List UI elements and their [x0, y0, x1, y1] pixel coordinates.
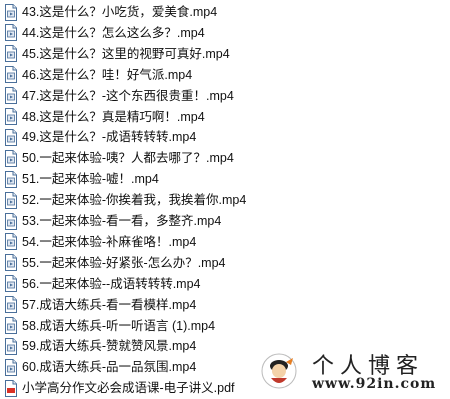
pdf-file-icon: [4, 379, 18, 397]
file-item[interactable]: 46.这是什么？哇！好气派.mp4: [4, 65, 192, 85]
file-name: 47.这是什么？-这个东西很贵重！.mp4: [22, 88, 234, 103]
video-file-icon: [4, 87, 18, 105]
video-file-icon: [4, 275, 18, 293]
file-item[interactable]: 45.这是什么？这里的视野可真好.mp4: [4, 44, 230, 64]
file-item[interactable]: 50.一起来体验-咦？人都去哪了？.mp4: [4, 148, 234, 168]
watermark: 个人博客 www.92in.com: [260, 348, 448, 398]
file-item[interactable]: 56.一起来体验--成语转转转.mp4: [4, 274, 201, 294]
watermark-url: www.92in.com: [312, 376, 437, 392]
file-name: 小学高分作文必会成语课-电子讲义.pdf: [22, 381, 235, 396]
video-file-icon: [4, 254, 18, 272]
video-file-icon: [4, 45, 18, 63]
file-item[interactable]: 44.这是什么？怎么这么多？.mp4: [4, 23, 205, 43]
file-item[interactable]: 59.成语大练兵-赞就赞风景.mp4: [4, 336, 196, 356]
file-list: 43.这是什么？小吃货，爱美食.mp4 44.这是什么？怎么这么多？.mp4 4…: [0, 0, 450, 399]
file-item[interactable]: 小学高分作文必会成语课-电子讲义.pdf: [4, 378, 235, 398]
file-name: 58.成语大练兵-听一听语言 (1).mp4: [22, 318, 216, 333]
video-file-icon: [4, 212, 18, 230]
video-file-icon: [4, 108, 18, 125]
file-name: 45.这是什么？这里的视野可真好.mp4: [22, 46, 230, 61]
file-item[interactable]: 57.成语大练兵-看一看模样.mp4: [4, 295, 196, 315]
file-name: 49.这是什么？-成语转转转.mp4: [22, 130, 197, 145]
video-file-icon: [4, 233, 18, 251]
file-name: 48.这是什么？真是精巧啊！.mp4: [22, 109, 205, 124]
file-item[interactable]: 43.这是什么？小吃货，爱美食.mp4: [4, 2, 217, 22]
file-name: 55.一起来体验-好紧张-怎么办？.mp4: [22, 255, 226, 270]
file-name: 43.这是什么？小吃货，爱美食.mp4: [22, 5, 218, 19]
file-name: 50.一起来体验-咦？人都去哪了？.mp4: [22, 151, 234, 166]
file-item[interactable]: 51.一起来体验-嘘！.mp4: [4, 169, 159, 189]
file-item[interactable]: 52.一起来体验-你挨着我，我挨着你.mp4: [4, 190, 246, 210]
file-name: 56.一起来体验--成语转转转.mp4: [22, 276, 201, 291]
file-name: 57.成语大练兵-看一看模样.mp4: [22, 297, 197, 312]
file-name: 54.一起来体验-补麻雀咯！.mp4: [22, 234, 197, 249]
file-item[interactable]: 58.成语大练兵-听一听语言 (1).mp4: [4, 316, 215, 336]
file-name: 53.一起来体验-看一看，多整齐.mp4: [22, 214, 222, 228]
file-name: 46.这是什么？哇！好气派.mp4: [22, 67, 193, 82]
blog-logo-icon: [261, 353, 297, 389]
file-name: 59.成语大练兵-赞就赞风景.mp4: [22, 339, 197, 354]
file-name: 60.成语大练兵-品一品氛围.mp4: [22, 360, 197, 375]
file-item[interactable]: 47.这是什么？-这个东西很贵重！.mp4: [4, 86, 234, 106]
video-file-icon: [4, 3, 18, 21]
video-file-icon: [4, 66, 18, 84]
file-item[interactable]: 60.成语大练兵-品一品氛围.mp4: [4, 357, 196, 377]
file-item[interactable]: 49.这是什么？-成语转转转.mp4: [4, 127, 196, 147]
video-file-icon: [4, 24, 18, 42]
video-file-icon: [4, 128, 18, 146]
video-file-icon: [4, 170, 18, 188]
video-file-icon: [4, 317, 18, 334]
file-item[interactable]: 53.一起来体验-看一看，多整齐.mp4: [4, 211, 221, 231]
file-item[interactable]: 55.一起来体验-好紧张-怎么办？.mp4: [4, 253, 226, 273]
file-item[interactable]: 54.一起来体验-补麻雀咯！.mp4: [4, 232, 196, 252]
video-file-icon: [4, 358, 18, 376]
file-name: 52.一起来体验-你挨着我，我挨着你.mp4: [22, 193, 247, 208]
video-file-icon: [4, 296, 18, 314]
video-file-icon: [4, 337, 18, 355]
file-item[interactable]: 48.这是什么？真是精巧啊！.mp4: [4, 107, 205, 127]
file-name: 51.一起来体验-嘘！.mp4: [22, 172, 159, 187]
file-name: 44.这是什么？怎么这么多？.mp4: [22, 25, 205, 40]
video-file-icon: [4, 149, 18, 167]
video-file-icon: [4, 191, 18, 209]
